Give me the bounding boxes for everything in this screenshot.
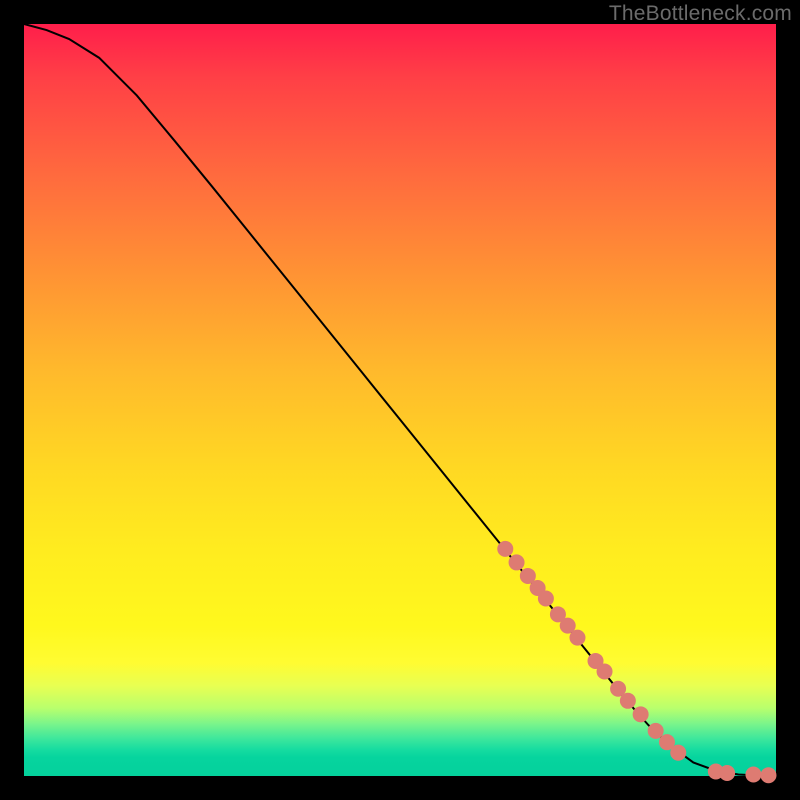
marker-dots-group xyxy=(497,541,776,783)
marker-dot xyxy=(597,663,613,679)
marker-dot xyxy=(719,765,735,781)
marker-dot xyxy=(569,630,585,646)
marker-dot xyxy=(760,767,776,783)
plot-area xyxy=(24,24,776,776)
marker-dot xyxy=(620,693,636,709)
marker-dot xyxy=(670,745,686,761)
watermark-text: TheBottleneck.com xyxy=(609,2,792,26)
marker-dot xyxy=(497,541,513,557)
marker-dot xyxy=(633,706,649,722)
marker-dot xyxy=(509,554,525,570)
marker-dot xyxy=(745,766,761,782)
chart-stage: TheBottleneck.com xyxy=(0,0,800,800)
bottleneck-curve xyxy=(24,24,776,775)
marker-dot xyxy=(538,591,554,607)
chart-svg xyxy=(24,24,776,776)
marker-dot xyxy=(648,723,664,739)
